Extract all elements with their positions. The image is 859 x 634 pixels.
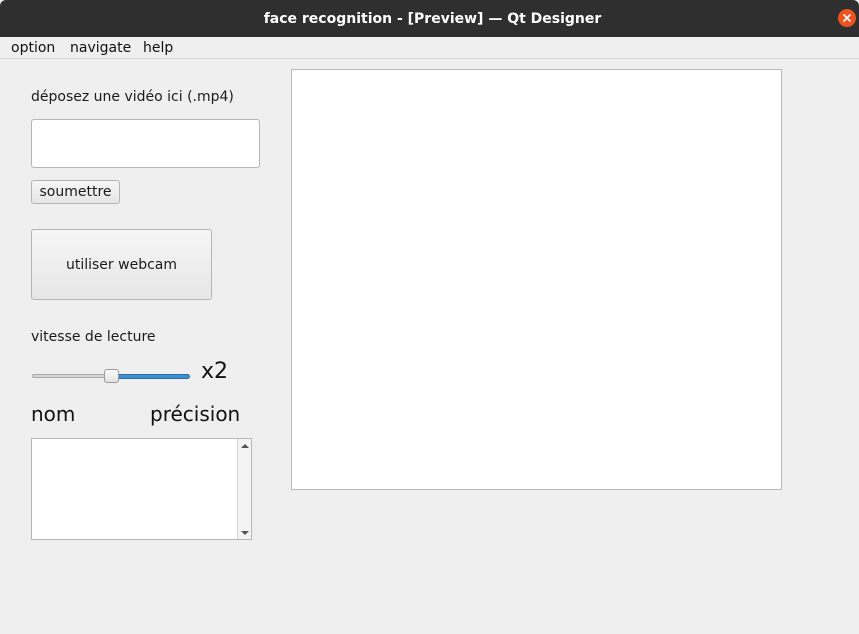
submit-button[interactable]: soumettre (31, 180, 120, 204)
slider-fill (111, 374, 190, 379)
scroll-up-arrow-icon (240, 443, 249, 448)
close-button[interactable] (838, 9, 856, 27)
video-drop-label: déposez une vidéo ici (.mp4) (31, 89, 234, 105)
close-icon (843, 14, 851, 22)
window-title: face recognition - [Preview] — Qt Design… (263, 10, 602, 27)
menu-help[interactable]: help (143, 39, 173, 57)
webcam-button-label: utiliser webcam (65, 256, 177, 273)
playback-speed-value: x2 (201, 359, 229, 384)
results-scrollbar[interactable] (237, 439, 251, 539)
scroll-down-button[interactable] (238, 526, 251, 539)
results-list[interactable] (31, 438, 252, 540)
title-bar: face recognition - [Preview] — Qt Design… (0, 0, 859, 37)
precision-column-header: précision (150, 402, 241, 426)
menu-option[interactable]: option (11, 39, 55, 57)
menu-bar: option navigate help (0, 37, 859, 59)
submit-button-label: soumettre (39, 184, 112, 200)
slider-handle[interactable] (104, 369, 119, 383)
slider-track (32, 374, 112, 378)
webcam-button[interactable]: utiliser webcam (31, 229, 212, 300)
name-column-header: nom (31, 402, 76, 426)
playback-speed-slider[interactable] (31, 365, 191, 387)
video-display (291, 69, 782, 490)
main-window: face recognition - [Preview] — Qt Design… (0, 0, 859, 634)
scroll-down-arrow-icon (240, 530, 249, 535)
video-path-input[interactable] (31, 119, 260, 168)
menu-navigate[interactable]: navigate (70, 39, 131, 57)
playback-speed-label: vitesse de lecture (31, 329, 156, 345)
scroll-up-button[interactable] (238, 439, 251, 452)
